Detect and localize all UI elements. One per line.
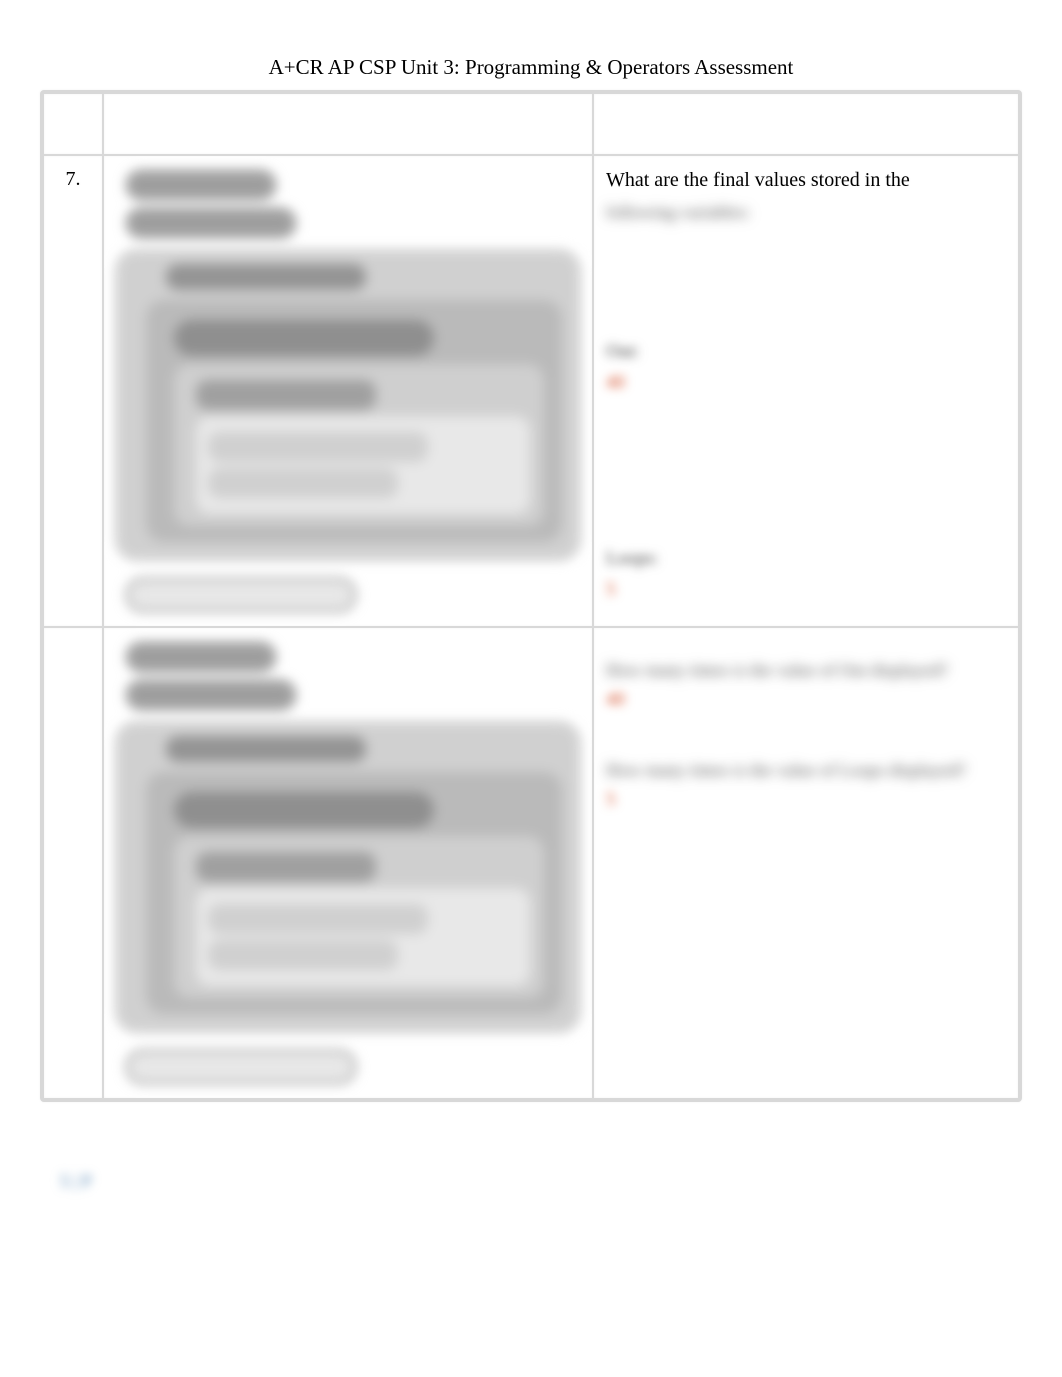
variable-answer-1: 40 xyxy=(606,370,1006,397)
header-cell-answer xyxy=(593,93,1019,155)
table-row: How many times is the value of Out displ… xyxy=(43,627,1019,1099)
question-prompt-line1: What are the final values stored in the xyxy=(606,166,1006,194)
variable-label-2: Loops: xyxy=(606,546,1006,573)
question-prompt-line2: following variables: xyxy=(606,200,1006,225)
table-header-row xyxy=(43,93,1019,155)
sub-answer-2: 5 xyxy=(606,787,1006,814)
sub-question-1: How many times is the value of Out displ… xyxy=(606,658,1006,683)
code-block-cell xyxy=(103,627,593,1099)
question-number-cell: 7. xyxy=(43,155,103,627)
code-diagram xyxy=(116,170,580,612)
table-row: 7. xyxy=(43,155,1019,627)
variable-answer-2: 5 xyxy=(606,577,1006,604)
question-number: 7. xyxy=(66,168,81,190)
question-number-cell xyxy=(43,627,103,1099)
code-block-cell xyxy=(103,155,593,627)
page-number: 5 | P xyxy=(60,1171,92,1192)
answer-cell: What are the final values stored in the … xyxy=(593,155,1019,627)
page-title: A+CR AP CSP Unit 3: Programming & Operat… xyxy=(0,0,1062,90)
sub-answer-1: 40 xyxy=(606,687,1006,714)
header-cell-code xyxy=(103,93,593,155)
header-cell-num xyxy=(43,93,103,155)
variable-label-1: Out: xyxy=(606,339,1006,366)
sub-question-2: How many times is the value of Loops dis… xyxy=(606,758,1006,783)
answer-cell: How many times is the value of Out displ… xyxy=(593,627,1019,1099)
assessment-table: 7. xyxy=(40,90,1022,1102)
code-diagram xyxy=(116,642,580,1084)
